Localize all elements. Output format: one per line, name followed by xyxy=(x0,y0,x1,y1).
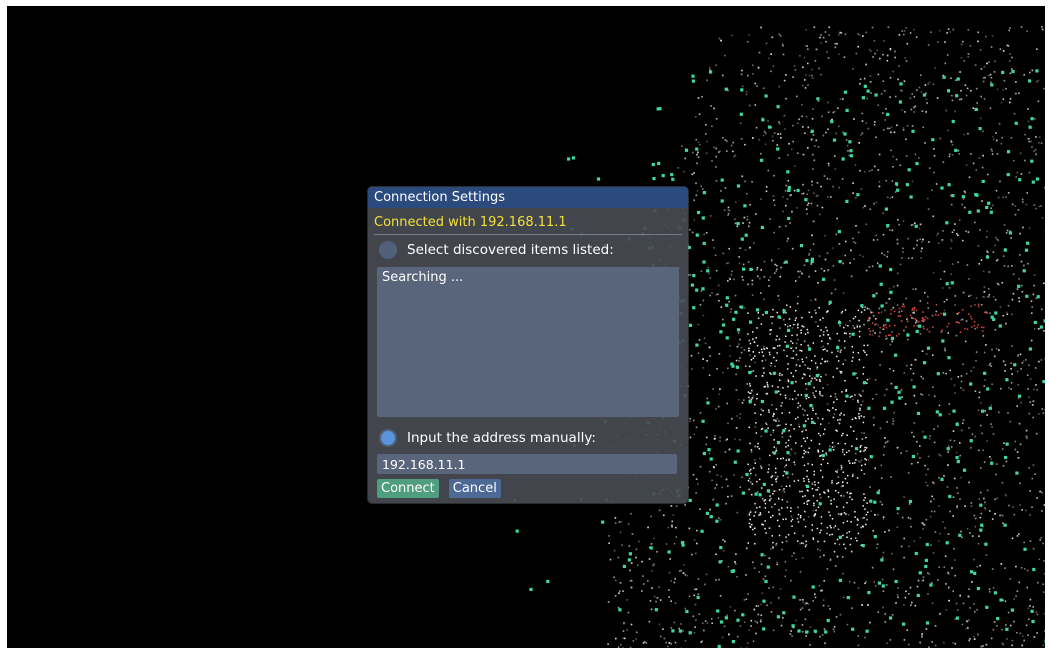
point-cloud-viewport[interactable]: Connection Settings Connected with 192.1… xyxy=(7,6,1045,648)
discover-option-label: Select discovered items listed: xyxy=(407,242,614,258)
connection-settings-dialog: Connection Settings Connected with 192.1… xyxy=(368,187,688,503)
connection-status: Connected with 192.168.11.1 xyxy=(374,215,567,230)
separator xyxy=(374,234,682,235)
address-input[interactable] xyxy=(377,454,677,474)
dialog-buttons: Connect Cancel xyxy=(377,479,688,498)
cancel-button[interactable]: Cancel xyxy=(448,479,501,498)
connect-button[interactable]: Connect xyxy=(377,479,439,498)
dialog-title: Connection Settings xyxy=(374,190,506,205)
discovered-items-list[interactable]: Searching ... xyxy=(377,267,679,417)
manual-option-label: Input the address manually: xyxy=(407,430,596,446)
dialog-title-bar[interactable]: Connection Settings xyxy=(368,187,688,208)
discover-option-row[interactable]: Select discovered items listed: xyxy=(379,240,688,260)
manual-option-row[interactable]: Input the address manually: xyxy=(379,428,688,448)
discover-radio-button[interactable] xyxy=(379,241,397,259)
manual-radio-button[interactable] xyxy=(379,429,397,447)
discovered-list-placeholder: Searching ... xyxy=(382,270,464,285)
